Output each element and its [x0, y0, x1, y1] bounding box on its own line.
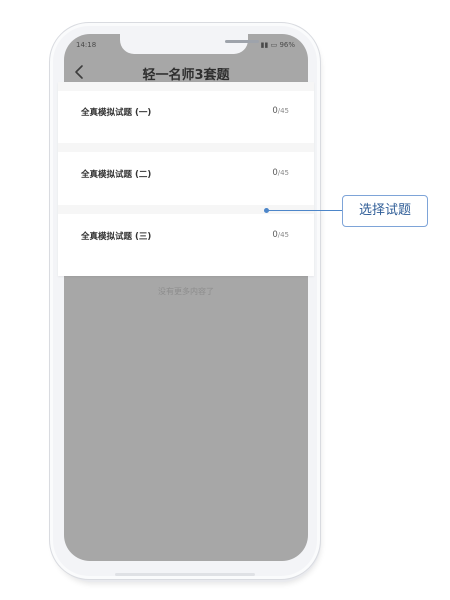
exam-set-name: 全真模拟试题 (一)	[81, 108, 152, 118]
divider	[58, 82, 314, 91]
battery-icon: ▭	[270, 41, 278, 49]
exam-set-popup: 全真模拟试题 (一) 0/45 全真模拟试题 (二) 0/45 全真模拟试题 (…	[58, 82, 314, 276]
exam-set-progress: 0/45	[272, 106, 289, 116]
exam-set-progress: 0/45	[272, 230, 289, 240]
callout-label: 选择试题	[342, 195, 428, 227]
callout-dot	[264, 208, 269, 213]
page-title: 轻一名师3套题	[142, 68, 230, 83]
battery-status: ▮▮ ▭ 96%	[261, 41, 295, 49]
exam-set-total: /45	[277, 107, 289, 115]
exam-set-total: /45	[277, 169, 289, 177]
exam-set-card-3[interactable]: 全真模拟试题 (三) 0/45	[65, 215, 301, 266]
title-bar: 轻一名师3套题	[64, 58, 308, 84]
exam-set-card-2[interactable]: 全真模拟试题 (二) 0/45	[65, 153, 301, 204]
empty-state-text: 没有更多内容了	[158, 287, 214, 296]
exam-set-progress: 0/45	[272, 168, 289, 178]
divider	[58, 143, 314, 152]
exam-set-total: /45	[277, 231, 289, 239]
signal-icon: ▮▮	[260, 41, 269, 49]
exam-set-name: 全真模拟试题 (三)	[81, 232, 152, 242]
callout-line	[267, 210, 342, 211]
exam-set-name: 全真模拟试题 (二)	[81, 170, 152, 180]
battery-level: 96%	[279, 41, 295, 49]
status-time: 14:18	[76, 41, 97, 49]
phone-bottom-bar	[115, 573, 255, 576]
exam-set-card-1[interactable]: 全真模拟试题 (一) 0/45	[65, 91, 301, 142]
status-bar: 14:18 ▮▮ ▭ 96%	[64, 34, 308, 56]
